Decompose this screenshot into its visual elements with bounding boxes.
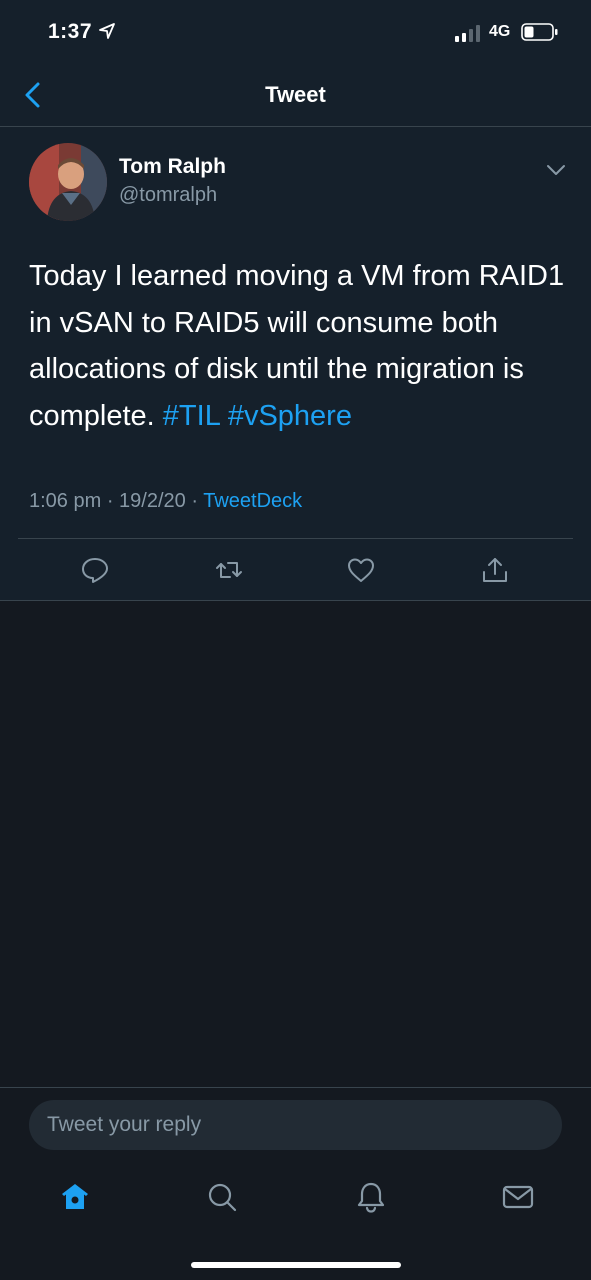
avatar-photo xyxy=(29,143,107,221)
author-name[interactable]: Tom Ralph xyxy=(119,155,226,179)
status-bar: 1:37 4G xyxy=(0,0,591,64)
notifications-icon[interactable] xyxy=(354,1180,388,1214)
location-arrow-icon xyxy=(99,23,115,39)
share-icon[interactable] xyxy=(480,555,510,585)
signal-strength-icon xyxy=(455,24,483,42)
tweet-timestamp: 1:06 pm · 19/2/20 · TweetDeck xyxy=(29,490,303,512)
home-icon[interactable] xyxy=(58,1180,92,1214)
nav-bar: Tweet xyxy=(0,64,591,127)
author-handle[interactable]: @tomralph xyxy=(119,184,217,207)
battery-icon xyxy=(521,23,558,41)
like-icon[interactable] xyxy=(346,555,376,585)
messages-icon[interactable] xyxy=(501,1180,535,1214)
tweet-actions xyxy=(0,539,591,601)
retweet-icon[interactable] xyxy=(214,555,244,585)
tweet-text: Today I learned moving a VM from RAID1 i… xyxy=(29,253,569,439)
hashtag-link[interactable]: #TIL xyxy=(163,400,220,432)
search-icon[interactable] xyxy=(205,1180,239,1214)
reply-input[interactable] xyxy=(29,1100,562,1150)
home-indicator xyxy=(191,1262,401,1268)
avatar[interactable] xyxy=(29,143,107,221)
tweet-date: 19/2/20 xyxy=(119,490,186,512)
tweet-source-link[interactable]: TweetDeck xyxy=(203,490,302,512)
status-time: 1:37 xyxy=(48,20,93,43)
hashtag-link[interactable]: #vSphere xyxy=(228,400,352,432)
reply-icon[interactable] xyxy=(80,555,110,585)
tweet-time: 1:06 pm xyxy=(29,490,102,512)
chevron-down-icon[interactable] xyxy=(545,162,567,178)
network-type: 4G xyxy=(489,23,511,40)
reply-bar xyxy=(0,1087,591,1280)
page-title: Tweet xyxy=(265,82,326,107)
